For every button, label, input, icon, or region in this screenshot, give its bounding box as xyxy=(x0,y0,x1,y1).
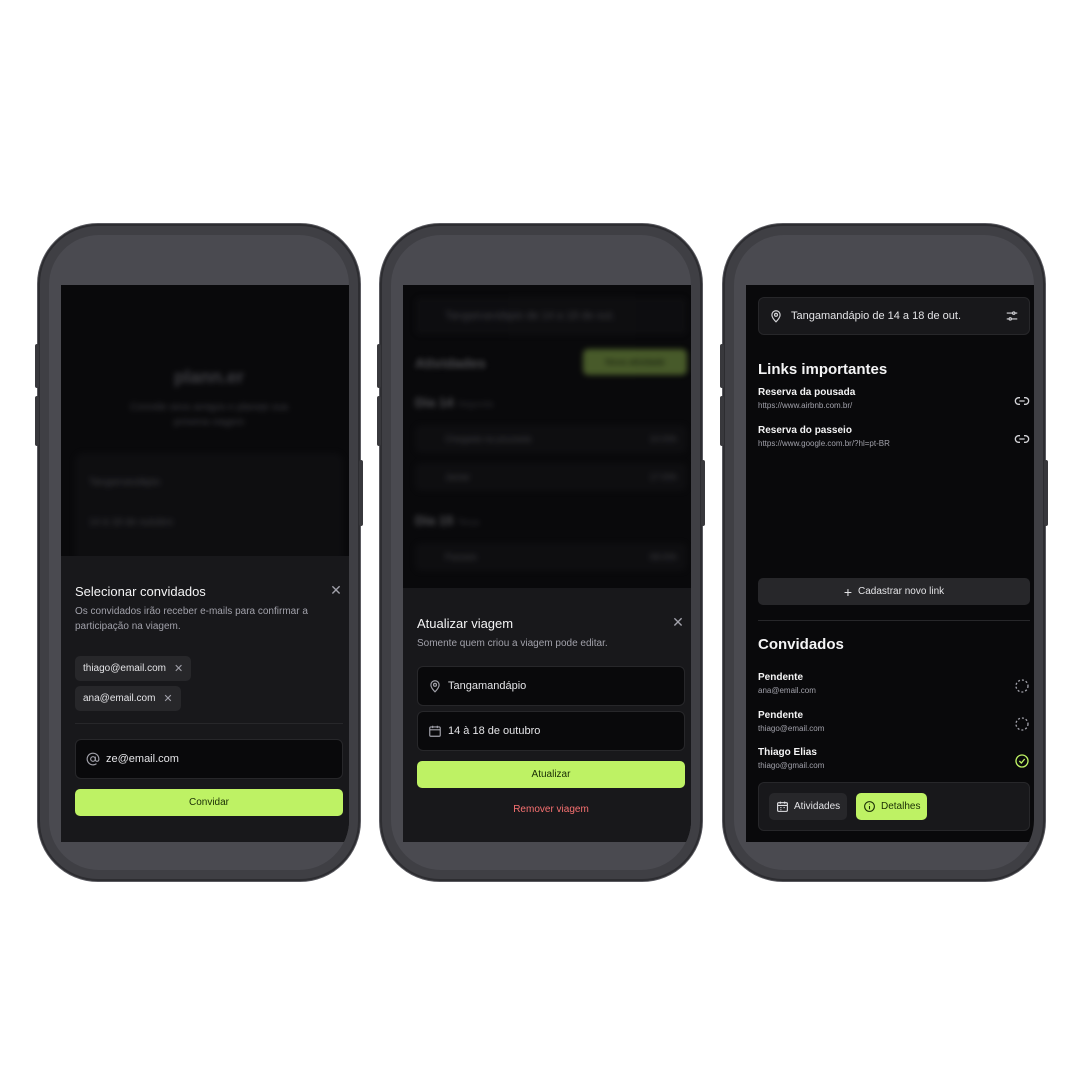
link-icon[interactable] xyxy=(1014,431,1030,447)
plus-icon: + xyxy=(843,583,853,600)
guest-chip: thiago@email.com ✕ xyxy=(75,656,192,681)
invite-button[interactable]: Convidar xyxy=(75,789,343,816)
guest-chip: ana@email.com ✕ xyxy=(75,686,181,711)
email-input[interactable]: ze@email.com xyxy=(75,739,343,779)
app-logo: plann.er xyxy=(173,367,244,387)
update-button[interactable]: Atualizar xyxy=(417,761,685,788)
app-tagline: Convide seus amigos e planeje sua próxim… xyxy=(130,402,288,428)
sheet-subtitle: Os convidados irão receber e-mails para … xyxy=(75,606,308,632)
guest-email: ana@email.com xyxy=(83,693,156,704)
remove-trip-link[interactable]: Remover viagem xyxy=(403,804,691,815)
update-trip-screen: Tangamandápio de 14 a 18 de out. Ativida… xyxy=(403,285,691,842)
guest-item: Pendente ana@email.com xyxy=(758,672,1030,702)
links-title: Links importantes xyxy=(758,361,888,378)
sheet-title: Atualizar viagem xyxy=(417,616,514,631)
add-link-button[interactable]: + Cadastrar novo link xyxy=(758,578,1030,605)
link-item[interactable]: Reserva da pousada https://www.airbnb.co… xyxy=(758,387,1030,417)
destination-label: Tangamandápio xyxy=(89,477,161,488)
dates-label: 14 à 18 de outubro xyxy=(89,517,173,528)
guest-email: thiago@email.com xyxy=(83,663,166,674)
activity-item: Jantar 17:00h xyxy=(415,463,687,491)
destination-field[interactable]: Tangamandápio xyxy=(417,666,685,706)
at-sign-icon xyxy=(86,752,100,766)
day-heading: Dia 14 Segunda xyxy=(415,395,494,410)
invite-guests-sheet: Selecionar convidados ✕ Os convidados ir… xyxy=(61,556,349,842)
link-icon[interactable] xyxy=(1014,393,1030,409)
calendar-icon xyxy=(429,725,441,737)
phone-bezel: plann.er Convide seus amigos e planeje s… xyxy=(49,235,349,870)
remove-guest-icon[interactable]: ✕ xyxy=(163,692,172,705)
settings-sliders-icon[interactable] xyxy=(1005,309,1019,323)
guest-name: Thiago Elias xyxy=(758,747,817,758)
calendar-icon xyxy=(777,801,788,812)
guest-item: Pendente thiago@email.com xyxy=(758,710,1030,740)
destination-value: Tangamandápio xyxy=(448,680,527,692)
guest-name: Pendente xyxy=(758,710,804,721)
phone-bezel: Tangamandápio de 14 a 18 de out. Ativida… xyxy=(391,235,691,870)
divider xyxy=(75,723,343,724)
update-trip-sheet: Atualizar viagem ✕ Somente quem criou a … xyxy=(403,588,691,842)
activity-item: Chegada na pousada 10:00h xyxy=(415,425,687,453)
bottom-tab-bar: Atividades Detalhes xyxy=(758,782,1030,831)
close-icon[interactable]: ✕ xyxy=(329,583,343,597)
trip-bar: Tangamandápio de 14 a 18 de out. xyxy=(415,297,687,335)
map-pin-icon xyxy=(430,680,440,693)
new-activity-button: Nova atividade xyxy=(583,349,687,375)
sheet-subtitle: Somente quem criou a viagem pode editar. xyxy=(417,638,608,649)
invite-screen: plann.er Convide seus amigos e planeje s… xyxy=(61,285,349,842)
phone-frame-invite: plann.er Convide seus amigos e planeje s… xyxy=(35,224,363,881)
trip-location-text: Tangamandápio de 14 a 18 de out. xyxy=(791,310,962,322)
dates-value: 14 à 18 de outubro xyxy=(448,725,541,737)
email-input-value: ze@email.com xyxy=(106,753,179,765)
trip-details-screen: Tangamandápio de 14 a 18 de out. Links i… xyxy=(746,285,1034,842)
guest-item: Thiago Elias thiago@gmail.com xyxy=(758,747,1030,777)
tab-activities-label: Atividades xyxy=(794,801,841,812)
phone-frame-details: Tangamandápio de 14 a 18 de out. Links i… xyxy=(720,224,1048,881)
link-item[interactable]: Reserva do passeio https://www.google.co… xyxy=(758,425,1030,455)
trip-form-card xyxy=(75,453,343,563)
tab-details-label: Detalhes xyxy=(881,801,921,812)
link-title: Reserva do passeio xyxy=(758,425,852,436)
dates-field[interactable]: 14 à 18 de outubro xyxy=(417,711,685,751)
tab-details[interactable]: Detalhes xyxy=(856,793,928,820)
guest-email: thiago@email.com xyxy=(758,724,825,733)
check-circle-icon xyxy=(1015,754,1029,768)
close-icon[interactable]: ✕ xyxy=(671,615,685,629)
tab-activities[interactable]: Atividades xyxy=(769,793,848,820)
day-heading: Dia 15 Terça xyxy=(415,513,480,528)
phone-bezel: Tangamandápio de 14 a 18 de out. Links i… xyxy=(734,235,1034,870)
add-link-label: Cadastrar novo link xyxy=(858,586,945,597)
sheet-title: Selecionar convidados xyxy=(75,584,206,599)
remove-guest-icon[interactable]: ✕ xyxy=(174,662,183,675)
map-pin-icon xyxy=(771,310,781,323)
pending-circle-icon xyxy=(1015,717,1029,731)
activity-item: Passeio 08:00h xyxy=(415,543,687,571)
link-title: Reserva da pousada xyxy=(758,387,856,398)
link-url: https://www.google.com.br/?hl=pt-BR xyxy=(758,439,890,448)
phone-frame-update: Tangamandápio de 14 a 18 de out. Ativida… xyxy=(377,224,705,881)
trip-location-bar: Tangamandápio de 14 a 18 de out. xyxy=(758,297,1030,335)
info-icon xyxy=(864,801,875,812)
guest-name: Pendente xyxy=(758,672,804,683)
guests-title: Convidados xyxy=(758,636,844,653)
activities-heading: Atividades xyxy=(415,355,486,371)
guest-email: thiago@gmail.com xyxy=(758,761,825,770)
guest-email: ana@email.com xyxy=(758,686,816,695)
pending-circle-icon xyxy=(1015,679,1029,693)
divider xyxy=(758,620,1030,621)
link-url: https://www.airbnb.com.br/ xyxy=(758,401,853,410)
